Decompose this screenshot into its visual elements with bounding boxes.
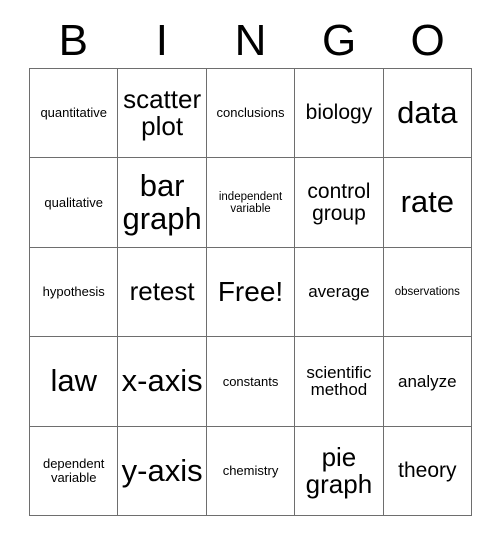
header-letter-b: B xyxy=(58,16,88,65)
bingo-cell-label: biology xyxy=(305,101,373,125)
bingo-cell-label: theory xyxy=(398,458,457,482)
bingo-cell[interactable]: scientific method xyxy=(295,337,384,427)
bingo-cell-label: control group xyxy=(307,179,371,225)
header-letter-n: N xyxy=(234,16,267,65)
bingo-row: qualitative bar graph independent variab… xyxy=(30,158,473,248)
bingo-cell[interactable]: chemistry xyxy=(206,426,296,517)
bingo-cell[interactable]: analyze xyxy=(383,337,473,427)
bingo-grid: quantitative scatter plot conclusions bi… xyxy=(29,68,473,517)
bingo-cell[interactable]: x-axis xyxy=(118,337,207,427)
bingo-cell[interactable]: conclusions xyxy=(206,69,296,159)
bingo-row: law x-axis constants scientific method a… xyxy=(30,337,473,427)
bingo-cell-label: scientific method xyxy=(306,362,372,400)
bingo-cell-label: rate xyxy=(400,184,455,220)
bingo-cell[interactable]: constants xyxy=(206,337,296,427)
bingo-cell[interactable]: dependent variable xyxy=(30,426,119,517)
bingo-cell[interactable]: observations xyxy=(383,247,473,338)
bingo-cell[interactable]: qualitative xyxy=(30,158,119,248)
bingo-cell[interactable]: biology xyxy=(295,69,384,159)
bingo-cell[interactable]: data xyxy=(383,69,473,159)
bingo-cell[interactable]: pie graph xyxy=(295,426,384,517)
bingo-cell[interactable]: y-axis xyxy=(118,426,207,517)
free-space-label: Free! xyxy=(217,276,284,308)
bingo-cell[interactable]: theory xyxy=(383,426,473,517)
bingo-cell[interactable]: control group xyxy=(295,158,384,248)
bingo-cell-label: chemistry xyxy=(222,463,279,478)
bingo-cell[interactable]: independent variable xyxy=(206,158,296,248)
bingo-cell-label: dependent variable xyxy=(42,456,105,485)
bingo-cell-label: x-axis xyxy=(121,363,203,399)
bingo-header: B I N G O xyxy=(29,14,472,68)
bingo-cell-label: bar graph xyxy=(122,168,202,236)
header-letter-g: G xyxy=(321,16,357,65)
bingo-cell-label: pie graph xyxy=(305,441,373,499)
bingo-row: quantitative scatter plot conclusions bi… xyxy=(30,69,473,159)
bingo-cell-label: retest xyxy=(129,276,195,307)
bingo-cell-label: analyze xyxy=(398,371,457,391)
bingo-cell[interactable]: average xyxy=(295,247,384,338)
bingo-cell-label: hypothesis xyxy=(42,284,105,300)
header-letter-i: I xyxy=(155,16,168,65)
bingo-cell-label: law xyxy=(50,363,97,399)
bingo-cell[interactable]: hypothesis xyxy=(30,247,119,338)
bingo-cell[interactable]: quantitative xyxy=(30,69,119,159)
bingo-cell-free-space[interactable]: Free! xyxy=(206,247,296,338)
bingo-cell[interactable]: rate xyxy=(383,158,473,248)
bingo-row: hypothesis retest Free! average observat… xyxy=(30,247,473,338)
bingo-cell-label: constants xyxy=(222,373,279,389)
bingo-cell-label: data xyxy=(397,94,458,130)
bingo-cell-label: average xyxy=(308,282,370,302)
bingo-cell[interactable]: scatter plot xyxy=(118,69,207,159)
bingo-cell-label: scatter plot xyxy=(123,83,202,142)
bingo-cell-label: quantitative xyxy=(40,105,107,121)
bingo-cell-label: conclusions xyxy=(216,105,285,121)
bingo-cell-label: observations xyxy=(394,285,460,298)
bingo-cell[interactable]: bar graph xyxy=(118,158,207,248)
bingo-row: dependent variable y-axis chemistry pie … xyxy=(30,426,473,517)
header-letter-o: O xyxy=(410,16,445,65)
bingo-cell-label: y-axis xyxy=(121,452,203,488)
bingo-cell-label: independent variable xyxy=(218,190,283,215)
bingo-card: B I N G O quantitative scatter plot conc… xyxy=(0,0,500,544)
bingo-cell[interactable]: retest xyxy=(118,247,207,338)
bingo-cell-label: qualitative xyxy=(44,194,103,210)
bingo-cell[interactable]: law xyxy=(30,337,119,427)
